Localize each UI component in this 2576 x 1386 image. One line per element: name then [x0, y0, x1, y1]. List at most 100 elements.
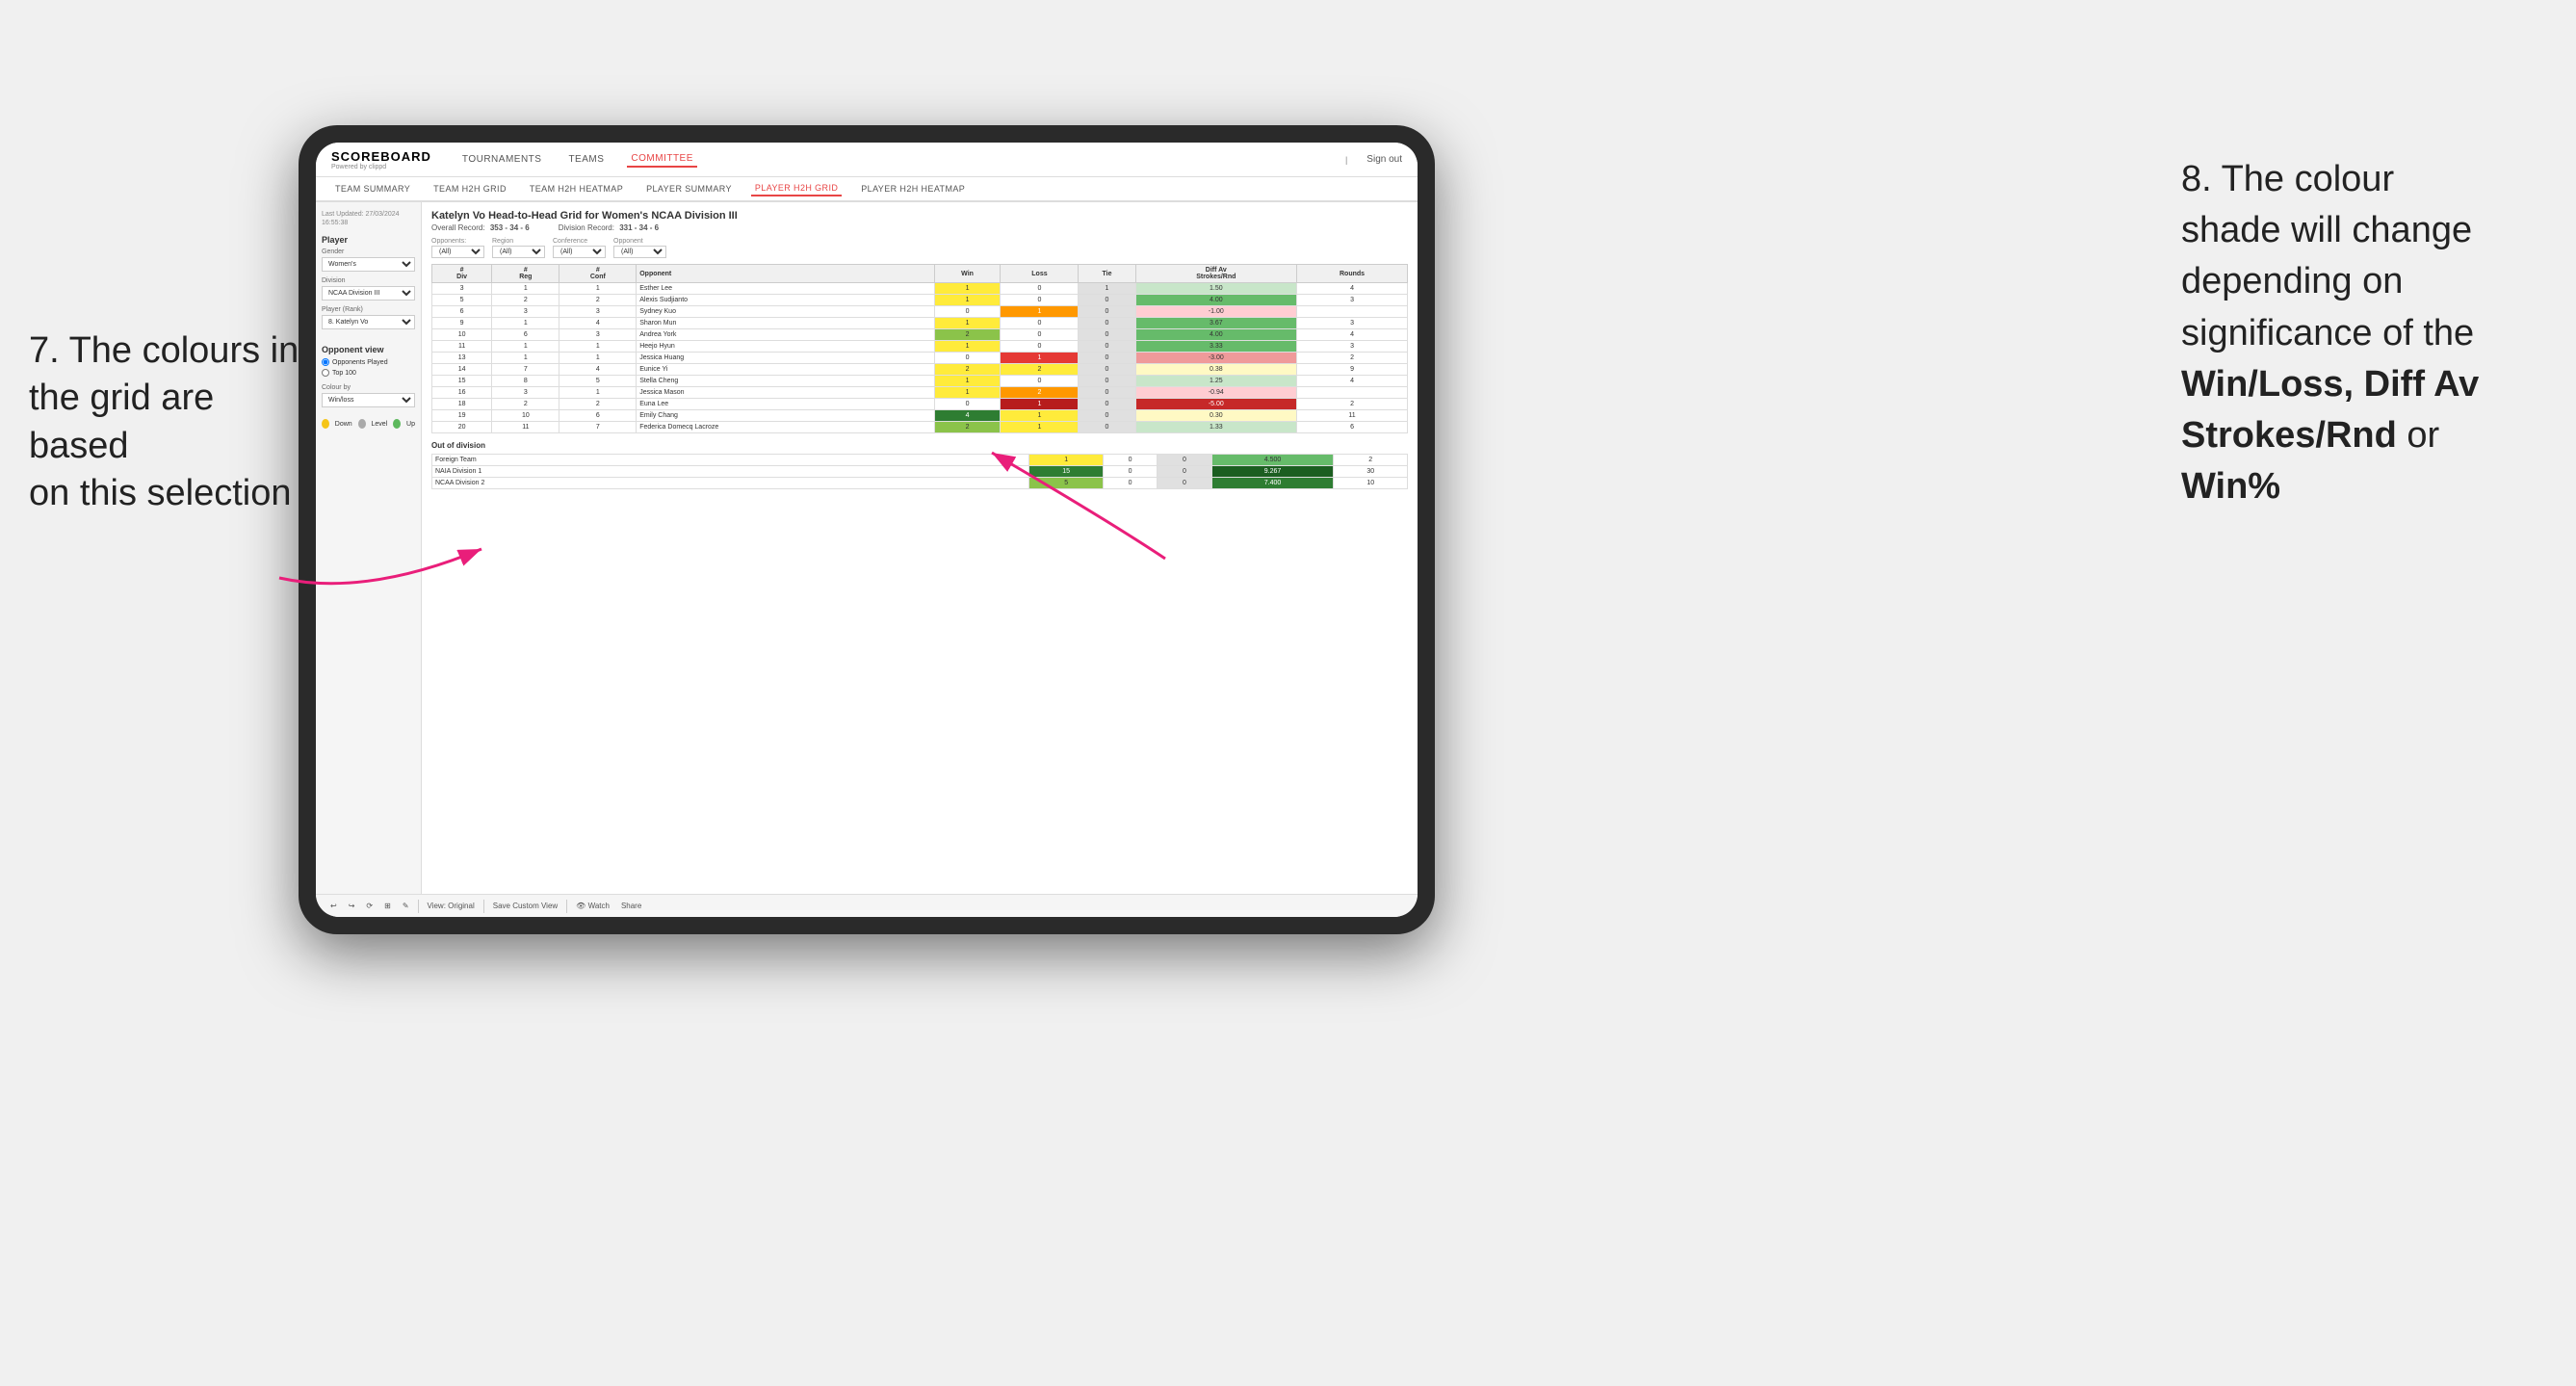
table-row: 11 1 1 Heejo Hyun 1 0 0 3.33 3	[432, 341, 1408, 353]
legend-dot-level	[358, 419, 366, 429]
sub-nav-player-h2h-grid[interactable]: PLAYER H2H GRID	[751, 181, 842, 196]
table-row: 15 8 5 Stella Cheng 1 0 0 1.25 4	[432, 376, 1408, 387]
th-diff: Diff AvStrokes/Rnd	[1135, 265, 1297, 283]
sub-nav-team-summary[interactable]: TEAM SUMMARY	[331, 182, 414, 196]
nav-teams[interactable]: TEAMS	[564, 152, 608, 167]
sidebar-division-select[interactable]: NCAA Division III	[322, 286, 415, 301]
sidebar: Last Updated: 27/03/2024 16:55:38 Player…	[316, 202, 422, 894]
sidebar-gender-label: Gender	[322, 248, 415, 255]
overall-record-label: Overall Record: 353 - 34 - 6	[431, 223, 530, 232]
logo-area: SCOREBOARD Powered by clippd	[331, 149, 431, 170]
logo-text: SCOREBOARD	[331, 149, 431, 164]
th-tie: Tie	[1079, 265, 1135, 283]
grid-title: Katelyn Vo Head-to-Head Grid for Women's…	[431, 210, 1408, 222]
legend-dot-down	[322, 419, 329, 429]
data-table: #Div #Reg #Conf Opponent Win Loss Tie Di…	[431, 264, 1408, 433]
filter-row: Opponents: (All) Region (All) Conference	[431, 238, 1408, 258]
opponent-view-section: Opponent view Opponents Played Top 100	[322, 345, 415, 377]
toolbar-view-original-label: View: Original	[428, 902, 475, 910]
filter-opponents: Opponents: (All)	[431, 238, 484, 258]
colour-by-section: Colour by Win/loss	[322, 384, 415, 413]
toolbar-edit[interactable]: ✎	[400, 901, 412, 911]
table-row: NAIA Division 1 15 0 0 9.267 30	[432, 466, 1408, 478]
table-row: 14 7 4 Eunice Yi 2 2 0 0.38 9	[432, 364, 1408, 376]
filter-conference: Conference (All)	[553, 238, 606, 258]
sub-nav-player-summary[interactable]: PLAYER SUMMARY	[642, 182, 736, 196]
toolbar-watch[interactable]: 👁 Watch	[573, 901, 612, 911]
bottom-toolbar: ↩ ↪ ⟳ ⊞ ✎ View: Original Save Custom Vie…	[316, 894, 1418, 917]
nav-tournaments[interactable]: TOURNAMENTS	[458, 152, 546, 167]
filter-region: Region (All)	[492, 238, 545, 258]
legend-row: Down Level Up	[322, 419, 415, 429]
annotation-right: 8. The colour shade will change dependin…	[2181, 154, 2547, 512]
grid-record: Overall Record: 353 - 34 - 6 Division Re…	[431, 223, 1408, 232]
th-loss: Loss	[1001, 265, 1079, 283]
legend-label-level: Level	[372, 421, 388, 428]
sub-nav-player-h2h-heatmap[interactable]: PLAYER H2H HEATMAP	[857, 182, 969, 196]
sub-nav-team-h2h-heatmap[interactable]: TEAM H2H HEATMAP	[526, 182, 627, 196]
toolbar-undo[interactable]: ↩	[327, 901, 340, 911]
filter-conference-select[interactable]: (All)	[553, 246, 606, 258]
table-row: NCAA Division 2 5 0 0 7.400 10	[432, 478, 1408, 489]
toolbar-redo[interactable]: ↪	[346, 901, 358, 911]
toolbar-divider	[418, 900, 419, 913]
table-row: 19 10 6 Emily Chang 4 1 0 0.30 11	[432, 410, 1408, 422]
table-row: 10 6 3 Andrea York 2 0 0 4.00 4	[432, 329, 1408, 341]
table-row: 16 3 1 Jessica Mason 1 2 0 -0.94	[432, 387, 1408, 399]
nav-committee[interactable]: COMMITTEE	[627, 151, 697, 168]
toolbar-save-custom-label: Save Custom View	[493, 902, 558, 910]
toolbar-refresh[interactable]: ⟳	[363, 901, 376, 911]
filter-conference-label: Conference	[553, 238, 606, 245]
radio-top100[interactable]: Top 100	[322, 369, 415, 377]
th-win: Win	[934, 265, 1001, 283]
colour-by-select[interactable]: Win/loss	[322, 393, 415, 407]
table-row: 18 2 2 Euna Lee 0 1 0 -5.00 2	[432, 399, 1408, 410]
top-nav: SCOREBOARD Powered by clippd TOURNAMENTS…	[316, 143, 1418, 177]
sub-nav-team-h2h-grid[interactable]: TEAM H2H GRID	[429, 182, 510, 196]
filter-opponent: Opponent (All)	[613, 238, 666, 258]
opponent-view-radio-group: Opponents Played Top 100	[322, 358, 415, 377]
legend-label-up: Up	[406, 421, 415, 428]
th-opponent: Opponent	[637, 265, 934, 283]
out-of-division-header: Out of division	[431, 441, 1408, 450]
sidebar-timestamp: Last Updated: 27/03/2024 16:55:38	[322, 210, 415, 227]
filter-opponent-select[interactable]: (All)	[613, 246, 666, 258]
radio-top100-label: Top 100	[332, 370, 356, 377]
tablet-screen: SCOREBOARD Powered by clippd TOURNAMENTS…	[316, 143, 1418, 917]
division-record-label: Division Record: 331 - 34 - 6	[559, 223, 659, 232]
toolbar-save-custom[interactable]: Save Custom View	[490, 901, 560, 911]
sub-nav: TEAM SUMMARY TEAM H2H GRID TEAM H2H HEAT…	[316, 177, 1418, 202]
toolbar-share[interactable]: Share	[618, 901, 644, 911]
table-row: 20 11 7 Federica Domecq Lacroze 2 1 0 1.…	[432, 422, 1408, 433]
opponent-view-title: Opponent view	[322, 345, 415, 354]
toolbar-divider3	[566, 900, 567, 913]
main-content: Last Updated: 27/03/2024 16:55:38 Player…	[316, 202, 1418, 894]
tablet-frame: SCOREBOARD Powered by clippd TOURNAMENTS…	[299, 125, 1435, 934]
toolbar-divider2	[483, 900, 484, 913]
th-reg: #Reg	[492, 265, 559, 283]
table-row: 6 3 3 Sydney Kuo 0 1 0 -1.00	[432, 306, 1408, 318]
sidebar-player-rank-select[interactable]: 8. Katelyn Vo	[322, 315, 415, 329]
filter-opponents-label: Opponents:	[431, 238, 484, 245]
filter-opponent-label: Opponent	[613, 238, 666, 245]
th-conf: #Conf	[559, 265, 637, 283]
filter-region-select[interactable]: (All)	[492, 246, 545, 258]
grid-content: Katelyn Vo Head-to-Head Grid for Women's…	[422, 202, 1418, 894]
table-row: 3 1 1 Esther Lee 1 0 1 1.50 4	[432, 283, 1408, 295]
out-of-division-table: Foreign Team 1 0 0 4.500 2 NAIA Division…	[431, 454, 1408, 489]
table-row: 13 1 1 Jessica Huang 0 1 0 -3.00 2	[432, 353, 1408, 364]
table-row: 5 2 2 Alexis Sudjianto 1 0 0 4.00 3	[432, 295, 1408, 306]
toolbar-view-original[interactable]: View: Original	[425, 901, 478, 911]
th-rounds: Rounds	[1297, 265, 1408, 283]
filter-region-label: Region	[492, 238, 545, 245]
radio-opponents-played[interactable]: Opponents Played	[322, 358, 415, 366]
radio-opponents-played-label: Opponents Played	[332, 359, 388, 366]
logo-sub: Powered by clippd	[331, 164, 431, 170]
sign-out-link[interactable]: Sign out	[1366, 154, 1402, 165]
th-div: #Div	[432, 265, 492, 283]
toolbar-grid[interactable]: ⊞	[381, 901, 394, 911]
table-row: Foreign Team 1 0 0 4.500 2	[432, 455, 1408, 466]
filter-opponents-select[interactable]: (All)	[431, 246, 484, 258]
table-row: 9 1 4 Sharon Mun 1 0 0 3.67 3	[432, 318, 1408, 329]
sidebar-gender-select[interactable]: Women's	[322, 257, 415, 272]
